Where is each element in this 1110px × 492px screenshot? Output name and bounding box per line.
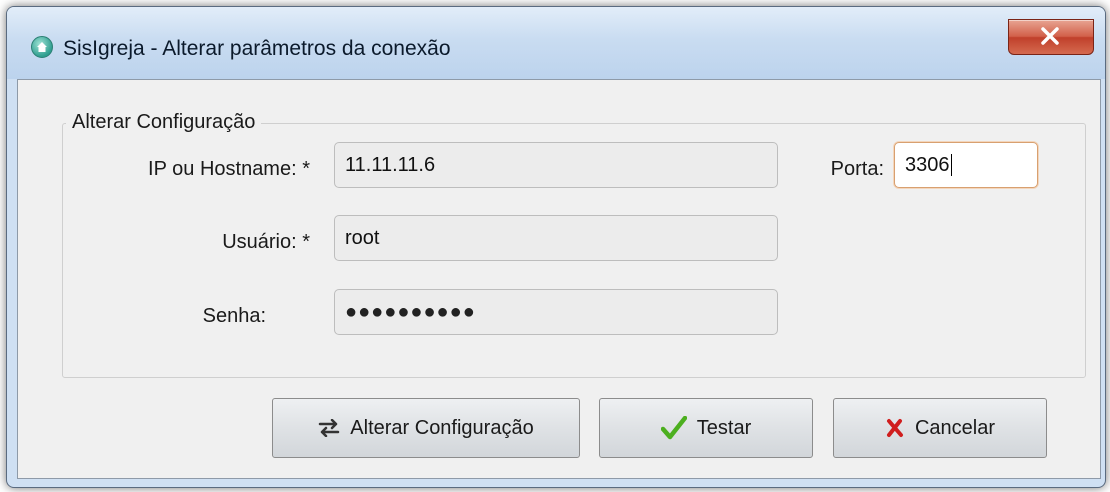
port-input[interactable]: 3306 xyxy=(894,142,1038,188)
close-button[interactable] xyxy=(1008,19,1094,55)
password-value: ●●●●●●●●●● xyxy=(345,300,476,323)
user-input[interactable]: root xyxy=(334,215,778,261)
port-value: 3306 xyxy=(905,153,950,176)
window-title: SisIgreja - Alterar parâmetros da conexã… xyxy=(63,37,451,60)
title-bar[interactable]: SisIgreja - Alterar parâmetros da conexã… xyxy=(7,7,1105,79)
house-icon xyxy=(31,36,53,58)
dialog-window: SisIgreja - Alterar parâmetros da conexã… xyxy=(6,6,1106,488)
password-input[interactable]: ●●●●●●●●●● xyxy=(334,289,778,335)
check-icon xyxy=(660,416,687,440)
port-label: Porta: xyxy=(830,158,884,180)
host-value: 11.11.11.6 xyxy=(345,153,436,176)
test-button[interactable]: Testar xyxy=(599,398,813,458)
password-label: Senha: xyxy=(202,305,266,327)
user-value: root xyxy=(345,226,380,249)
cancel-button[interactable]: Cancelar xyxy=(833,398,1047,458)
apply-config-label: Alterar Configuração xyxy=(350,416,534,439)
apply-config-button[interactable]: Alterar Configuração xyxy=(272,398,580,458)
host-label: IP ou Hostname: * xyxy=(148,158,310,180)
host-input[interactable]: 11.11.11.6 xyxy=(334,142,778,188)
cancel-label: Cancelar xyxy=(914,416,996,439)
text-caret xyxy=(950,154,952,176)
close-icon xyxy=(1041,27,1059,45)
dialog-body: Alterar Configuração IP ou Hostname: * 1… xyxy=(17,79,1101,479)
user-label: Usuário: * xyxy=(222,231,310,253)
test-label: Testar xyxy=(696,416,752,439)
swap-arrows-icon xyxy=(319,419,340,437)
groupbox-legend: Alterar Configuração xyxy=(66,111,262,134)
x-mark-icon xyxy=(886,419,903,437)
